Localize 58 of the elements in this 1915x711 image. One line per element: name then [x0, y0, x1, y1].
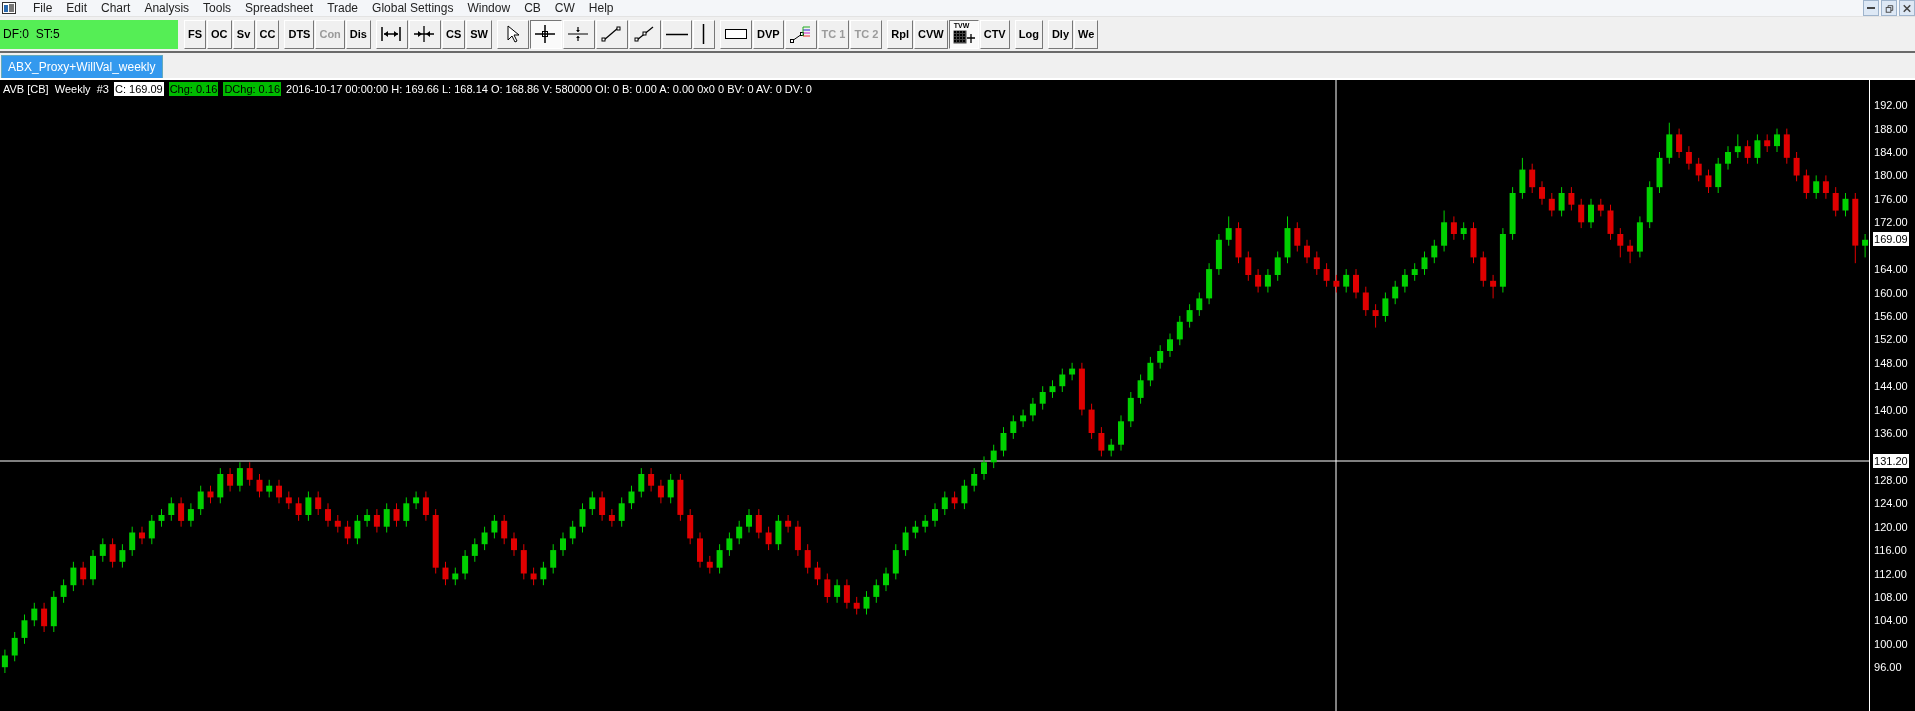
menu-item[interactable]: Chart: [94, 0, 138, 16]
toolbar-button[interactable]: OC: [207, 19, 232, 49]
toolbar-button[interactable]: FS: [184, 19, 207, 49]
axis-label: 164.00: [1873, 262, 1908, 277]
toolbar-button[interactable]: SW: [466, 19, 492, 49]
change-value: Chg: 0.16: [168, 82, 219, 96]
menu-item[interactable]: Tools: [196, 0, 239, 16]
axis-label: 160.00: [1873, 285, 1908, 300]
axis-label: 180.00: [1873, 168, 1908, 183]
axis-label: 192.00: [1873, 98, 1908, 113]
toolbar-button[interactable]: Dly: [1047, 19, 1073, 49]
axis-label: 136.00: [1873, 426, 1908, 440]
axis-label: 112.00: [1873, 566, 1907, 581]
last-price-label: 169.09: [1872, 231, 1910, 247]
axis-label: 104.00: [1873, 613, 1908, 628]
toolbar-button[interactable]: Dis: [345, 19, 371, 49]
menu-item[interactable]: Analysis: [137, 0, 197, 16]
axis-label: 176.00: [1873, 191, 1908, 206]
crosshair-price-label: 131.20: [1872, 453, 1910, 469]
menu-item[interactable]: Edit: [59, 0, 95, 16]
toolbar-button[interactable]: Sv: [232, 19, 255, 49]
axis-label: 128.00: [1873, 472, 1908, 487]
close-value: C: 169.09: [113, 82, 164, 96]
change-value: DChg: 0.16: [223, 82, 282, 96]
axis-label: 100.00: [1873, 636, 1908, 651]
axis-label: 152.00: [1873, 332, 1908, 347]
menu-item[interactable]: File: [26, 0, 60, 16]
axis-label: 148.00: [1873, 355, 1908, 370]
axis-label: 120.00: [1873, 519, 1908, 534]
toolbar-button[interactable]: Log: [1014, 19, 1043, 49]
menu-item[interactable]: Trade: [320, 0, 366, 16]
info-text: 2016-10-17 00:00:00 H: 169.66 L: 168.14 O: 168.86 V: 580000 OI: 0 B: 0.00 A: 0.00 0x0 0 BV: 0 AV: 0 DV: 0: [286, 82, 812, 96]
axis-label: 144.00: [1873, 379, 1908, 394]
status-field: DF:0 ST:5: [0, 19, 178, 49]
toolbar-button[interactable]: CS: [441, 19, 466, 49]
menu-item[interactable]: CB: [517, 0, 548, 16]
menu-item[interactable]: CW: [547, 0, 582, 16]
menu-item[interactable]: Spreadsheet: [238, 0, 321, 16]
toolbar-button[interactable]: DVP: [753, 19, 784, 49]
toolbar-button[interactable]: CC: [255, 19, 280, 49]
menu-item[interactable]: Window: [460, 0, 518, 16]
axis-label: 140.00: [1873, 402, 1908, 417]
info-text: AVB [CB] Weekly #3: [3, 82, 109, 96]
toolbar-button[interactable]: CVW: [914, 19, 948, 49]
toolbar-button[interactable]: DTS: [284, 19, 315, 49]
toolbar-button[interactable]: CTV: [979, 19, 1010, 49]
axis-label: 156.00: [1873, 308, 1908, 323]
axis-label: 184.00: [1873, 145, 1908, 159]
menu-item[interactable]: Global Settings: [365, 0, 461, 16]
axis-label: 124.00: [1873, 496, 1908, 511]
axis-label: 188.00: [1873, 121, 1908, 136]
menu-item[interactable]: Help: [581, 0, 621, 16]
axis-label: 116.00: [1873, 543, 1907, 558]
toolbar-button[interactable]: Rpl: [887, 19, 914, 49]
axis-label: 172.00: [1873, 215, 1908, 230]
axis-label: 108.00: [1873, 589, 1908, 604]
toolbar-button[interactable]: We: [1074, 19, 1099, 49]
axis-label: 96.00: [1873, 660, 1902, 675]
